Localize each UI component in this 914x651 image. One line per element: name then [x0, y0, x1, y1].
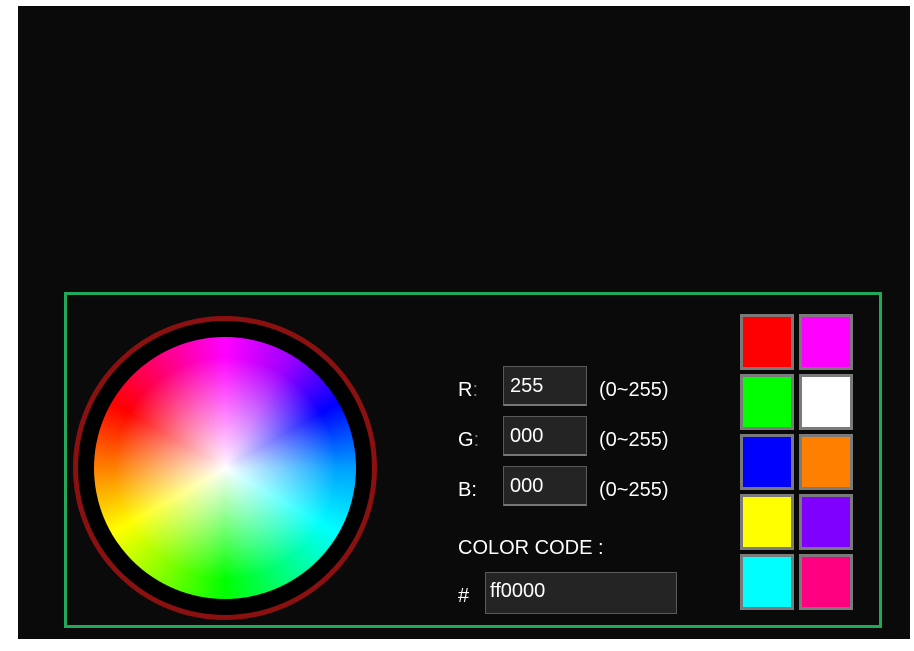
- color-wheel-ring: [73, 316, 377, 620]
- r-label: R:: [458, 379, 479, 401]
- g-label: G:: [458, 429, 480, 451]
- r-value-input[interactable]: [503, 366, 587, 406]
- swatch-magenta[interactable]: [799, 314, 853, 370]
- swatch-purple[interactable]: [799, 494, 853, 550]
- swatch-cyan[interactable]: [740, 554, 794, 610]
- color-picker-panel: R: (0~255) G: (0~255) B: (0~255) COLOR C…: [64, 292, 882, 628]
- swatch-green[interactable]: [740, 374, 794, 430]
- g-value-input[interactable]: [503, 416, 587, 456]
- hash-label: #: [458, 585, 470, 607]
- swatch-white[interactable]: [799, 374, 853, 430]
- r-range-label: (0~255): [599, 379, 669, 401]
- hex-code-input[interactable]: [485, 572, 677, 614]
- swatch-blue[interactable]: [740, 434, 794, 490]
- swatch-pink[interactable]: [799, 554, 853, 610]
- swatch-red[interactable]: [740, 314, 794, 370]
- b-range-label: (0~255): [599, 479, 669, 501]
- swatch-orange[interactable]: [799, 434, 853, 490]
- app-window: R: (0~255) G: (0~255) B: (0~255) COLOR C…: [18, 6, 910, 639]
- g-range-label: (0~255): [599, 429, 669, 451]
- swatch-yellow[interactable]: [740, 494, 794, 550]
- color-code-label: COLOR CODE :: [458, 537, 604, 559]
- color-wheel[interactable]: [94, 337, 356, 599]
- b-value-input[interactable]: [503, 466, 587, 506]
- b-label: B:: [458, 479, 477, 501]
